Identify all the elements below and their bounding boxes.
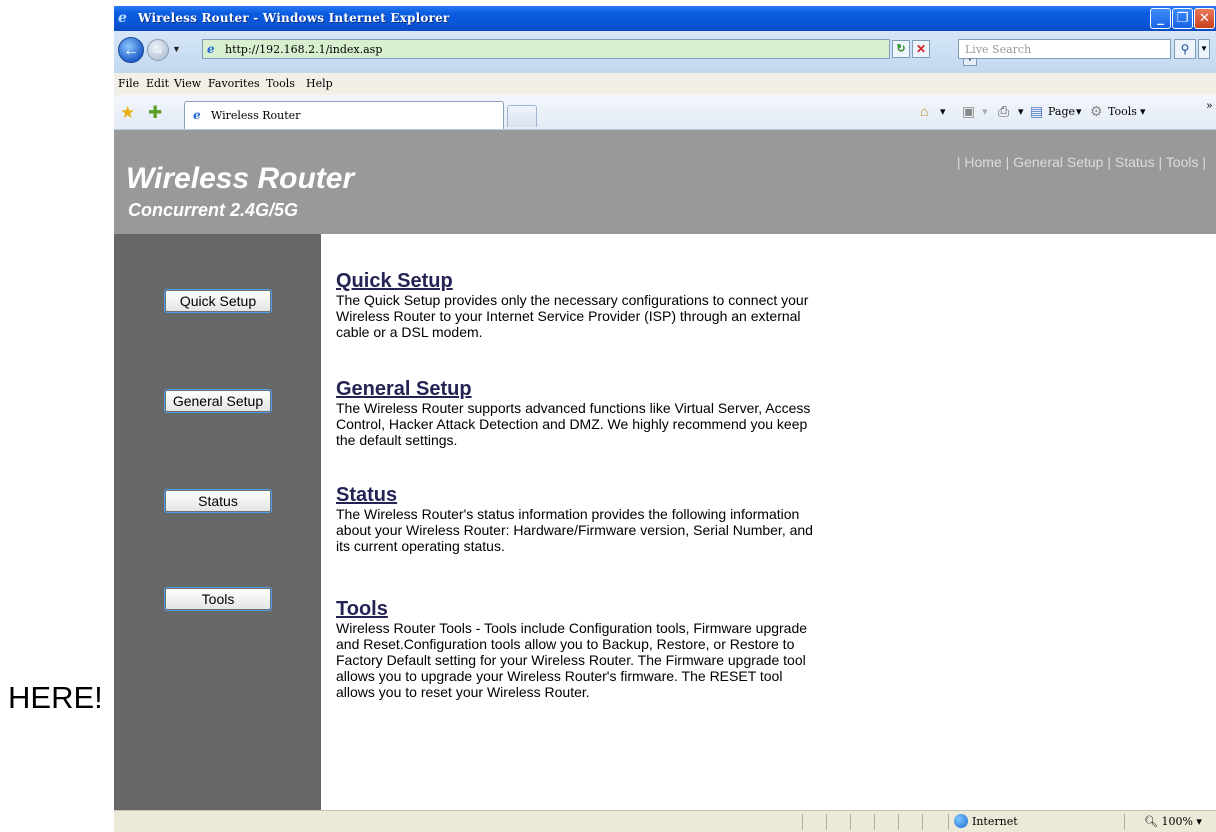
- url-text: http://192.168.2.1/index.asp: [225, 43, 383, 56]
- brand-subtitle: Concurrent 2.4G/5G: [128, 200, 299, 220]
- section-tools: Tools Wireless Router Tools - Tools incl…: [336, 598, 816, 700]
- menu-help[interactable]: Help: [306, 77, 333, 90]
- home-icon[interactable]: ⌂: [920, 103, 928, 119]
- browser-window: e Wireless Router - Windows Internet Exp…: [114, 6, 1216, 832]
- ie-logo-icon: e: [118, 10, 127, 26]
- search-placeholder: Live Search: [965, 43, 1032, 56]
- security-zone: Internet: [972, 815, 1018, 828]
- page-header: Wireless Router Concurrent 2.4G/5G | Hom…: [114, 130, 1216, 234]
- page-content: Wireless Router Concurrent 2.4G/5G | Hom…: [114, 130, 1216, 810]
- quick-setup-link[interactable]: Quick Setup: [336, 270, 816, 292]
- zoom-level[interactable]: 🔍︎ 100% ▾: [1144, 815, 1202, 828]
- menu-file[interactable]: File: [118, 77, 139, 90]
- menu-favorites[interactable]: Favorites: [208, 77, 260, 90]
- globe-icon: [954, 814, 968, 828]
- tools-menu[interactable]: Tools: [1108, 105, 1137, 118]
- search-icon[interactable]: ⚲: [1174, 39, 1196, 59]
- title-bar: e Wireless Router - Windows Internet Exp…: [114, 6, 1216, 31]
- quick-setup-description: The Quick Setup provides only the necess…: [336, 292, 809, 340]
- refresh-button[interactable]: ↻: [892, 40, 910, 58]
- minimize-button[interactable]: _: [1150, 8, 1171, 29]
- annotation-label: HERE!: [8, 680, 103, 715]
- favorites-bar: ★ ✚ e Wireless Router ⌂ ▾ ▣ ▾ ⎙ ▾ ▤ Page…: [114, 95, 1216, 130]
- gear-icon[interactable]: ⚙: [1090, 103, 1103, 120]
- menu-tools[interactable]: Tools: [266, 77, 295, 90]
- tools-button[interactable]: Tools: [165, 588, 271, 610]
- tools-dropdown-icon[interactable]: ▾: [1140, 105, 1146, 118]
- feeds-icon[interactable]: ▣: [962, 103, 975, 120]
- search-options-dropdown-icon[interactable]: ▼: [1198, 39, 1210, 59]
- maximize-button[interactable]: ❐: [1172, 8, 1193, 29]
- add-favorite-icon[interactable]: ✚: [148, 103, 162, 123]
- brand-title: Wireless Router: [126, 162, 355, 195]
- close-button[interactable]: ✕: [1194, 8, 1215, 29]
- status-description: The Wireless Router's status information…: [336, 506, 813, 554]
- tab-page-icon: e: [193, 108, 201, 122]
- section-general-setup: General Setup The Wireless Router suppor…: [336, 378, 816, 448]
- search-input[interactable]: Live Search: [958, 39, 1171, 59]
- status-link[interactable]: Status: [336, 484, 816, 506]
- section-quick-setup: Quick Setup The Quick Setup provides onl…: [336, 270, 816, 340]
- menu-edit[interactable]: Edit: [146, 77, 169, 90]
- chevron-right-icon[interactable]: »: [1206, 99, 1213, 112]
- page-icon: e: [207, 42, 215, 56]
- general-setup-button[interactable]: General Setup: [165, 390, 271, 412]
- quick-setup-button[interactable]: Quick Setup: [165, 290, 271, 312]
- tools-description: Wireless Router Tools - Tools include Co…: [336, 620, 808, 700]
- status-bar: Internet 🔍︎ 100% ▾: [114, 810, 1216, 832]
- home-dropdown-icon[interactable]: ▾: [940, 105, 946, 118]
- section-status: Status The Wireless Router's status info…: [336, 484, 816, 554]
- print-dropdown-icon[interactable]: ▾: [1018, 105, 1024, 118]
- window-title: Wireless Router - Windows Internet Explo…: [138, 11, 450, 25]
- top-nav: | Home | General Setup | Status | Tools …: [956, 154, 1206, 170]
- general-setup-description: The Wireless Router supports advanced fu…: [336, 400, 811, 448]
- general-setup-link[interactable]: General Setup: [336, 378, 816, 400]
- feeds-dropdown-icon[interactable]: ▾: [982, 105, 988, 118]
- address-bar: ← → ▼ e http://192.168.2.1/index.asp ▼ ↻…: [114, 31, 1216, 73]
- top-nav-home[interactable]: Home: [964, 154, 1001, 170]
- tab-wireless-router[interactable]: e Wireless Router: [184, 101, 504, 129]
- top-nav-status[interactable]: Status: [1115, 154, 1155, 170]
- menu-bar: File Edit View Favorites Tools Help: [114, 73, 1216, 96]
- stop-button[interactable]: ✕: [912, 40, 930, 58]
- new-tab-button[interactable]: [507, 105, 537, 127]
- page-dropdown-icon[interactable]: ▾: [1076, 105, 1082, 118]
- status-button[interactable]: Status: [165, 490, 271, 512]
- page-menu-icon[interactable]: ▤: [1030, 103, 1043, 120]
- tab-label: Wireless Router: [211, 109, 301, 122]
- favorites-star-icon[interactable]: ★: [120, 103, 135, 123]
- back-button[interactable]: ←: [118, 37, 144, 63]
- page-menu[interactable]: Page: [1048, 105, 1075, 118]
- url-input[interactable]: e http://192.168.2.1/index.asp ▼: [202, 39, 977, 66]
- top-nav-tools[interactable]: Tools: [1166, 154, 1199, 170]
- print-icon[interactable]: ⎙: [998, 103, 1009, 120]
- menu-view[interactable]: View: [174, 77, 201, 90]
- tools-link[interactable]: Tools: [336, 598, 816, 620]
- top-nav-general-setup[interactable]: General Setup: [1013, 154, 1103, 170]
- history-dropdown-icon[interactable]: ▼: [172, 44, 181, 54]
- forward-button[interactable]: →: [147, 39, 169, 61]
- sidebar: Quick Setup General Setup Status Tools: [114, 234, 321, 810]
